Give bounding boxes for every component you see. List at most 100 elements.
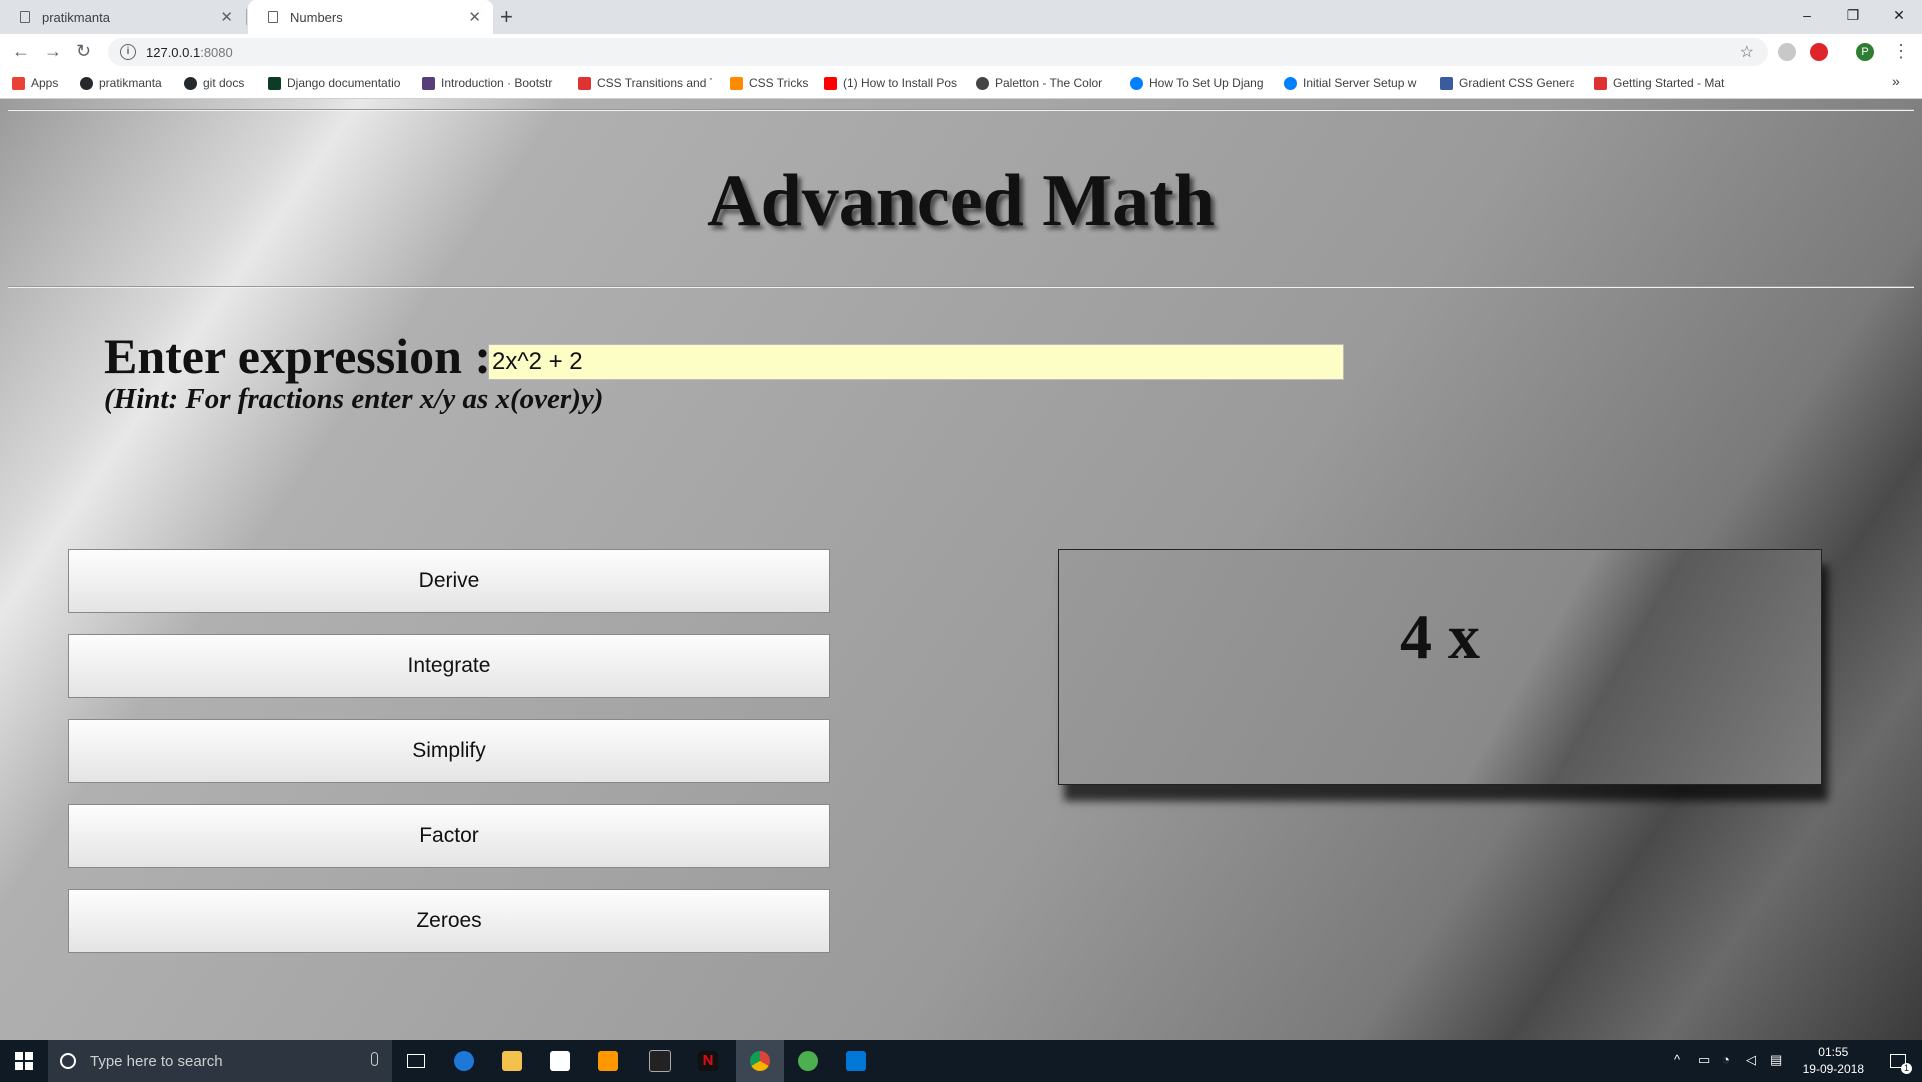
browser-toolbar: ← → ↻ i 127.0.0.1:8080 ☆ P ⋮ (0, 34, 1922, 70)
bookmarks-bar: Apps pratikmanta git docs Django documen… (0, 70, 1922, 99)
zeroes-button[interactable]: Zeroes (68, 889, 830, 953)
github-icon (80, 76, 93, 90)
page-content: Advanced Math Enter expression : (Hint: … (0, 99, 1922, 1040)
tab-strip: pratikmanta ✕ Numbers ✕ + – ❐ ✕ (0, 0, 1922, 34)
integrate-button[interactable]: Integrate (68, 634, 830, 698)
bookmark-css-transitions[interactable]: CSS Transitions and T (578, 76, 712, 90)
expression-label: Enter expression : (104, 328, 492, 384)
tab-separator (246, 9, 247, 25)
restore-button[interactable]: ❐ (1830, 0, 1876, 30)
tray-chevron-icon[interactable]: ^ (1674, 1052, 1680, 1067)
bookmark-server-setup[interactable]: Initial Server Setup w (1284, 76, 1424, 90)
keyboard-icon[interactable]: ▤ (1770, 1052, 1782, 1068)
factor-button[interactable]: Factor (68, 804, 830, 868)
css-tricks-icon (730, 76, 743, 90)
search-placeholder: Type here to search (90, 1052, 223, 1070)
bookmark-label: CSS Tricks (749, 76, 809, 90)
bookmark-css-tricks[interactable]: CSS Tricks (730, 76, 820, 90)
tab-title: pratikmanta (42, 9, 110, 25)
taskbar-search-box[interactable]: Type here to search (48, 1040, 392, 1082)
url-host: 127.0.0.1 (146, 44, 201, 60)
bookmark-youtube[interactable]: (1) How to Install Pos (824, 76, 960, 90)
bookmark-git-docs[interactable]: git docs (184, 76, 264, 90)
bookmark-bootstrap[interactable]: Introduction · Bootstr (422, 76, 560, 90)
bookmark-label: Getting Started - Mat (1613, 76, 1725, 90)
github-icon (184, 76, 197, 90)
gradient-icon (1440, 76, 1453, 90)
title-divider (8, 286, 1914, 288)
taskbar: Type here to search N ^ ▭ ◔ ◁ ▤ 01:55 19… (0, 1040, 1922, 1082)
netflix-icon[interactable]: N (684, 1040, 732, 1082)
clock-date: 19-09-2018 (1802, 1062, 1864, 1076)
bookmark-django-setup[interactable]: How To Set Up Djang (1130, 76, 1268, 90)
page-title: Advanced Math (707, 160, 1215, 242)
file-explorer-icon[interactable] (488, 1040, 536, 1082)
address-bar[interactable]: i 127.0.0.1:8080 ☆ (108, 38, 1768, 66)
tab-title: Numbers (290, 9, 343, 25)
close-tab-icon[interactable]: ✕ (220, 8, 233, 26)
taskbar-clock[interactable]: 01:55 19-09-2018 (1803, 1044, 1864, 1078)
top-divider (8, 109, 1914, 111)
bookmarks-overflow-button[interactable]: » (1892, 73, 1900, 89)
result-value: 4 x (1400, 601, 1480, 672)
bookmark-django-docs[interactable]: Django documentatio (268, 76, 406, 90)
document-icon (268, 11, 278, 23)
bookmark-pratikmanta[interactable]: pratikmanta (80, 76, 180, 90)
store-icon[interactable] (536, 1040, 584, 1082)
bookmark-materialize[interactable]: Getting Started - Mat (1594, 76, 1730, 90)
digitalocean-icon (1130, 76, 1143, 90)
tab-numbers[interactable]: Numbers ✕ (248, 0, 493, 34)
bookmark-apps[interactable]: Apps (12, 76, 58, 90)
document-icon (20, 11, 30, 23)
forward-arrow-icon[interactable]: → (44, 41, 62, 62)
volume-icon[interactable]: ◁ (1746, 1052, 1756, 1068)
bookmark-label: git docs (203, 76, 245, 90)
profile-avatar[interactable]: P (1856, 43, 1874, 61)
tab-pratikmanta[interactable]: pratikmanta ✕ (0, 0, 245, 34)
task-view-icon[interactable] (392, 1040, 440, 1082)
minimize-button[interactable]: – (1784, 0, 1830, 30)
info-icon[interactable]: i (120, 44, 136, 60)
bookmark-gradient-css[interactable]: Gradient CSS Genera (1440, 76, 1574, 90)
bookmark-label: Initial Server Setup w (1303, 76, 1417, 90)
chrome-icon[interactable] (736, 1040, 784, 1082)
extension-icon[interactable] (1778, 43, 1796, 61)
bookmark-star-icon[interactable]: ☆ (1740, 42, 1754, 62)
apps-grid-icon (12, 76, 25, 90)
microphone-icon[interactable] (371, 1052, 378, 1066)
wifi-icon[interactable]: ◔ (1722, 1052, 1730, 1067)
reload-icon[interactable]: ↻ (76, 41, 91, 62)
simplify-button[interactable]: Simplify (68, 719, 830, 783)
w3-icon (578, 76, 591, 90)
menu-kebab-icon[interactable]: ⋮ (1892, 41, 1910, 62)
result-panel: 4 x (1058, 549, 1822, 785)
bookmark-label: Paletton - The Color (995, 76, 1103, 90)
django-icon (268, 76, 281, 90)
windows-start-icon[interactable] (0, 1040, 48, 1082)
bookmark-label: Django documentatio (287, 76, 401, 90)
bookmark-label: (1) How to Install Pos (843, 76, 958, 90)
bookmark-paletton[interactable]: Paletton - The Color (976, 76, 1110, 90)
close-tab-icon[interactable]: ✕ (468, 8, 481, 26)
derive-button[interactable]: Derive (68, 549, 830, 613)
sublime-text-icon[interactable] (584, 1040, 632, 1082)
vscode-icon[interactable] (832, 1040, 880, 1082)
back-arrow-icon[interactable]: ← (12, 41, 30, 62)
bookmark-label: How To Set Up Djang (1149, 76, 1264, 90)
fraction-hint: (Hint: For fractions enter x/y as x(over… (104, 383, 604, 415)
app-globe-icon[interactable] (784, 1040, 832, 1082)
battery-icon[interactable]: ▭ (1698, 1052, 1710, 1068)
edge-icon[interactable] (440, 1040, 488, 1082)
notifications-icon[interactable]: 1 (1874, 1040, 1922, 1082)
terminal-icon[interactable] (636, 1040, 684, 1082)
new-tab-button[interactable]: + (500, 4, 513, 30)
close-window-button[interactable]: ✕ (1876, 0, 1922, 30)
bookmark-label: pratikmanta (99, 76, 162, 90)
bootstrap-icon (422, 76, 435, 90)
url-port: :8080 (200, 44, 233, 60)
expression-input[interactable] (488, 344, 1344, 380)
clock-time: 01:55 (1818, 1045, 1849, 1059)
opera-extension-icon[interactable] (1810, 43, 1828, 61)
bookmark-label: Apps (31, 76, 59, 90)
youtube-icon (824, 76, 837, 90)
